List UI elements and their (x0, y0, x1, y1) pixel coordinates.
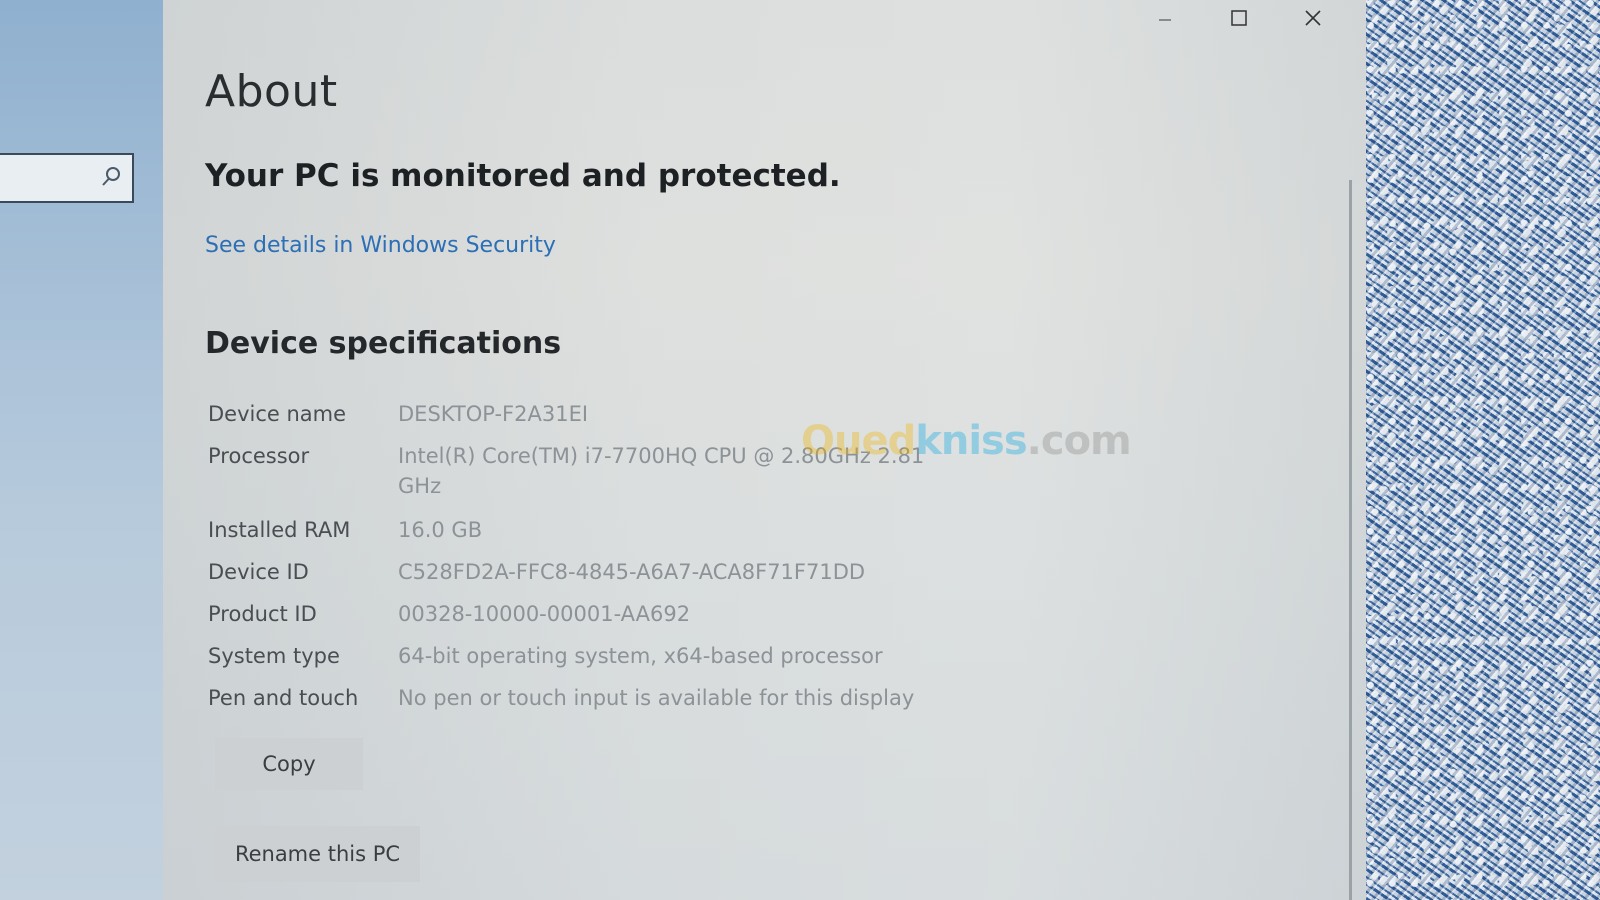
spec-value: 16.0 GB (398, 518, 483, 542)
search-input[interactable] (0, 153, 134, 203)
desktop-wallpaper (1366, 0, 1600, 900)
spec-value: C528FD2A-FFC8-4845-A6A7-ACA8F71F71DD (398, 560, 866, 584)
spec-value: 64-bit operating system, x64-based proce… (398, 644, 883, 668)
close-icon (1305, 10, 1321, 26)
spec-label: Device ID (208, 560, 309, 584)
watermark-part: .com (1026, 418, 1132, 464)
maximize-button[interactable] (1202, 0, 1276, 36)
minimize-button[interactable] (1128, 0, 1202, 36)
spec-row-product-id: Product ID 00328-10000-00001-AA692 (208, 599, 1108, 641)
spec-row-system-type: System type 64-bit operating system, x64… (208, 641, 1108, 683)
protection-status-heading: Your PC is monitored and protected. (205, 158, 841, 194)
spec-label: Product ID (208, 602, 317, 626)
window-controls (1128, 0, 1350, 36)
spec-label: Device name (208, 402, 347, 426)
spec-label: Processor (208, 444, 310, 468)
scrollbar[interactable] (1349, 180, 1352, 900)
spec-row-installed-ram: Installed RAM 16.0 GB (208, 515, 1108, 557)
minimize-icon (1159, 19, 1171, 21)
spec-label: Installed RAM (208, 518, 351, 542)
about-content: About Your PC is monitored and protected… (205, 66, 1205, 882)
copy-button[interactable]: Copy (215, 738, 363, 790)
spec-label: Pen and touch (208, 686, 359, 710)
windows-security-link[interactable]: See details in Windows Security (205, 233, 556, 258)
page-title: About (205, 66, 338, 117)
close-button[interactable] (1276, 0, 1350, 36)
watermark-part: Oued (801, 418, 916, 464)
wallpaper-texture (1366, 0, 1600, 900)
spec-label: System type (208, 644, 340, 668)
rename-pc-button[interactable]: Rename this PC (215, 826, 420, 882)
spec-row-device-id: Device ID C528FD2A-FFC8-4845-A6A7-ACA8F7… (208, 557, 1108, 599)
settings-sidebar (0, 0, 165, 900)
screen: About Your PC is monitored and protected… (0, 0, 1600, 900)
search-icon[interactable] (100, 166, 122, 188)
watermark: Ouedkniss.com (801, 418, 1132, 464)
spec-value: 00328-10000-00001-AA692 (398, 602, 691, 626)
settings-window: About Your PC is monitored and protected… (163, 0, 1366, 900)
spec-value: No pen or touch input is available for t… (398, 686, 915, 710)
watermark-part: kniss (915, 418, 1027, 464)
maximize-icon (1231, 10, 1247, 26)
device-specifications-heading: Device specifications (205, 326, 562, 361)
spec-row-pen-and-touch: Pen and touch No pen or touch input is a… (208, 683, 1108, 725)
